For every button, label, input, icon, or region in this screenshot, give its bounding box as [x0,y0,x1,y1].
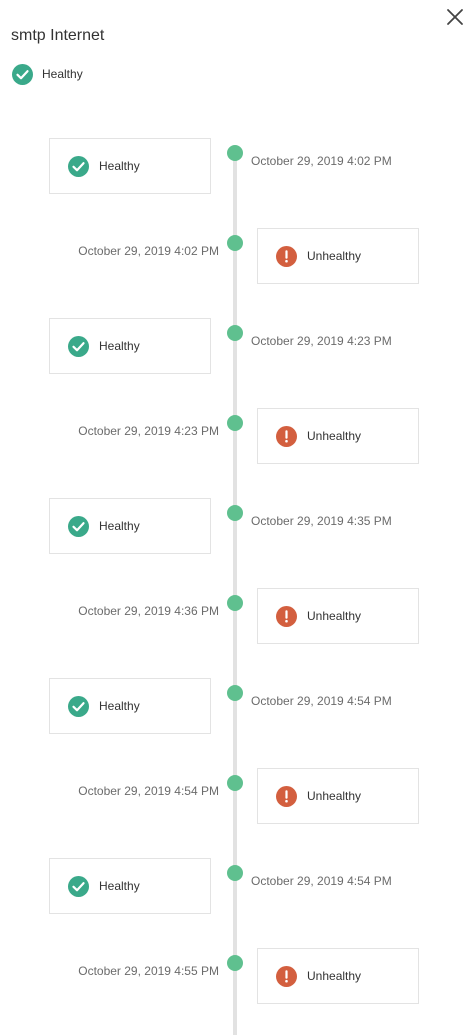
timestamp: October 29, 2019 4:36 PM [78,604,219,618]
status-label: Healthy [99,159,140,173]
timestamp: October 29, 2019 4:54 PM [78,784,219,798]
timeline-entry: Healthy October 29, 2019 4:35 PM [0,498,474,565]
alert-circle-icon [276,245,297,267]
timestamp: October 29, 2019 4:54 PM [251,694,392,708]
timeline-dot [227,865,243,881]
status-label: Healthy [99,879,140,893]
status-label: Healthy [99,699,140,713]
timestamp: October 29, 2019 4:54 PM [251,874,392,888]
current-status-label: Healthy [42,67,83,81]
alert-circle-icon [276,785,297,807]
alert-circle-icon [276,605,297,627]
timeline-entry: Unhealthy October 29, 2019 4:36 PM [0,588,474,655]
healthy-status-card: Healthy [49,678,211,734]
alert-circle-icon [276,425,297,447]
timeline-entry: Unhealthy October 29, 2019 4:23 PM [0,408,474,475]
status-label: Unhealthy [307,609,362,623]
close-button[interactable] [444,6,466,28]
status-label: Healthy [99,339,140,353]
timeline-dot [227,685,243,701]
timeline-dot [227,325,243,341]
timestamp: October 29, 2019 4:02 PM [78,244,219,258]
timestamp: October 29, 2019 4:23 PM [78,424,219,438]
timeline-entry: Healthy October 29, 2019 4:23 PM [0,318,474,385]
alert-circle-icon [276,965,297,987]
unhealthy-status-card: Unhealthy [257,228,419,284]
unhealthy-status-card: Unhealthy [257,408,419,464]
timestamp: October 29, 2019 4:02 PM [251,154,392,168]
unhealthy-status-card: Unhealthy [257,948,419,1004]
timeline-dot [227,145,243,161]
timeline-dot [227,235,243,251]
timeline-entry: Healthy October 29, 2019 4:54 PM [0,858,474,925]
unhealthy-status-card: Unhealthy [257,768,419,824]
healthy-status-card: Healthy [49,138,211,194]
healthy-status-card: Healthy [49,858,211,914]
timeline-dot [227,775,243,791]
check-circle-icon [68,875,89,897]
timeline-entry: Healthy October 29, 2019 4:02 PM [0,138,474,205]
healthy-status-card: Healthy [49,498,211,554]
panel-title: smtp Internet [11,27,105,44]
timeline-dot [227,595,243,611]
timeline-entry: Unhealthy October 29, 2019 4:02 PM [0,228,474,295]
check-circle-icon [68,335,89,357]
timeline-entry: Unhealthy October 29, 2019 4:55 PM [0,948,474,1015]
timestamp: October 29, 2019 4:23 PM [251,334,392,348]
timestamp: October 29, 2019 4:55 PM [78,964,219,978]
healthy-status-card: Healthy [49,318,211,374]
status-label: Unhealthy [307,249,362,263]
check-circle-icon [68,515,89,537]
timeline-dot [227,505,243,521]
status-label: Unhealthy [307,789,362,803]
timeline-dot [227,955,243,971]
check-circle-icon [68,695,89,717]
check-circle-icon [68,155,89,177]
timeline-dot [227,415,243,431]
timeline-entry: Healthy October 29, 2019 4:54 PM [0,678,474,745]
check-circle-icon [12,63,33,85]
timestamp: October 29, 2019 4:35 PM [251,514,392,528]
timeline-entry: Unhealthy October 29, 2019 4:54 PM [0,768,474,835]
status-label: Unhealthy [307,429,362,443]
status-label: Healthy [99,519,140,533]
current-status: Healthy [12,63,83,85]
close-icon [444,9,466,32]
unhealthy-status-card: Unhealthy [257,588,419,644]
status-label: Unhealthy [307,969,362,983]
